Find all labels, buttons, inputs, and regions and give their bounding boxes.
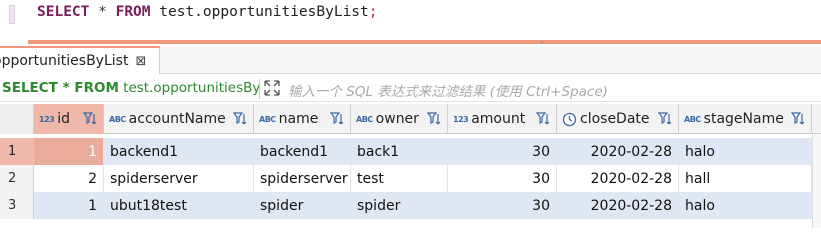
- column-header-closedate[interactable]: closeDate: [557, 104, 679, 134]
- filter-divider: [259, 79, 260, 99]
- column-name: id: [57, 111, 70, 127]
- result-grid: 123 id ABC accountName ABC name ABC owne…: [0, 104, 821, 228]
- cell-closedate[interactable]: 2020-02-28: [557, 192, 679, 219]
- filter-input[interactable]: 输入一个 SQL 表达式来过滤结果 (使用 Ctrl+Space): [288, 80, 608, 100]
- cell-owner[interactable]: spider: [351, 192, 448, 219]
- current-query-label[interactable]: SELECT * FROM test.opportunitiesByLi: [2, 80, 259, 96]
- cell-owner[interactable]: test: [351, 165, 448, 192]
- cell-owner[interactable]: back1: [351, 138, 448, 165]
- column-name: name: [278, 111, 319, 127]
- column-name: closeDate: [580, 111, 650, 127]
- cell-closedate[interactable]: 2020-02-28: [557, 138, 679, 165]
- row-number[interactable]: 1: [0, 138, 34, 165]
- column-name: amount: [471, 111, 526, 127]
- editor-results-splitter[interactable]: [28, 40, 821, 44]
- cell-amount[interactable]: 30: [448, 138, 557, 165]
- query-rest: test.opportunitiesByLi: [118, 80, 259, 96]
- line-marker: [9, 5, 15, 24]
- sql-keyword-from: FROM: [115, 4, 151, 20]
- column-name: accountName: [128, 111, 226, 127]
- sql-table-name: test.opportunitiesByList: [159, 4, 369, 20]
- column-header-stagename[interactable]: ABC stageName: [679, 104, 812, 134]
- results-tabbar: opportunitiesByList ⊠: [0, 46, 821, 74]
- cell-closedate[interactable]: 2020-02-28: [557, 165, 679, 192]
- table-row[interactable]: 3 1 ubut18test spider spider 30 2020-02-…: [0, 192, 812, 219]
- date-type-clock-icon: [562, 112, 577, 126]
- cell-stagename[interactable]: halo: [679, 192, 812, 219]
- cell-stagename[interactable]: halo: [679, 138, 812, 165]
- column-filter-icon[interactable]: [83, 111, 99, 127]
- text-type-icon: ABC: [684, 114, 701, 124]
- column-filter-icon[interactable]: [791, 111, 807, 127]
- tab-opportunities-by-list[interactable]: opportunitiesByList ⊠: [0, 46, 160, 74]
- column-name: owner: [375, 111, 419, 127]
- sql-keyword-select: SELECT: [37, 4, 90, 20]
- column-header-name[interactable]: ABC name: [254, 104, 351, 134]
- cell-amount[interactable]: 30: [448, 165, 557, 192]
- grid-header: 123 id ABC accountName ABC name ABC owne…: [0, 104, 821, 134]
- text-type-icon: ABC: [109, 114, 126, 124]
- cell-accountname[interactable]: ubut18test: [104, 192, 254, 219]
- column-header-owner[interactable]: ABC owner: [351, 104, 448, 134]
- table-row[interactable]: 2 2 spiderserver spiderserver test 30 20…: [0, 165, 812, 192]
- tab-close-icon[interactable]: ⊠: [135, 54, 146, 69]
- row-number[interactable]: 3: [0, 192, 34, 219]
- cell-accountname[interactable]: spiderserver: [104, 165, 254, 192]
- column-filter-icon[interactable]: [233, 111, 249, 127]
- cell-amount[interactable]: 30: [448, 192, 557, 219]
- query-prefix: SELECT * FROM: [2, 80, 119, 96]
- table-row[interactable]: 1 1 backend1 backend1 back1 30 2020-02-2…: [0, 138, 812, 165]
- cell-stagename[interactable]: hall: [679, 165, 812, 192]
- filter-bar: SELECT * FROM test.opportunitiesByLi 输入一…: [0, 76, 821, 102]
- grid-vertical-scrollbar[interactable]: [812, 134, 821, 228]
- sql-statement[interactable]: SELECT * FROM test.opportunitiesByList;: [37, 4, 378, 20]
- column-header-id[interactable]: 123 id: [34, 104, 104, 134]
- column-name: stageName: [703, 111, 784, 127]
- tab-label: opportunitiesByList: [0, 53, 129, 69]
- column-header-accountname[interactable]: ABC accountName: [104, 104, 254, 134]
- column-filter-icon[interactable]: [427, 111, 443, 127]
- grid-corner[interactable]: [0, 104, 34, 134]
- cell-name[interactable]: spiderserver: [254, 165, 351, 192]
- sql-semicolon: ;: [368, 4, 378, 20]
- cell-name[interactable]: spider: [254, 192, 351, 219]
- cell-id[interactable]: 1: [34, 138, 104, 165]
- numeric-type-icon: 123: [39, 114, 55, 124]
- cell-accountname[interactable]: backend1: [104, 138, 254, 165]
- sql-star: *: [98, 4, 107, 20]
- row-number[interactable]: 2: [0, 165, 34, 192]
- column-filter-icon[interactable]: [658, 111, 674, 127]
- text-type-icon: ABC: [356, 114, 373, 124]
- sql-editor[interactable]: SELECT * FROM test.opportunitiesByList;: [0, 0, 821, 40]
- column-header-amount[interactable]: 123 amount: [448, 104, 557, 134]
- text-type-icon: ABC: [259, 114, 276, 124]
- numeric-type-icon: 123: [453, 114, 469, 124]
- expand-query-icon[interactable]: [263, 79, 281, 97]
- column-filter-icon[interactable]: [330, 111, 346, 127]
- column-filter-icon[interactable]: [536, 111, 552, 127]
- cell-name[interactable]: backend1: [254, 138, 351, 165]
- cell-id[interactable]: 1: [34, 192, 104, 219]
- cell-id[interactable]: 2: [34, 165, 104, 192]
